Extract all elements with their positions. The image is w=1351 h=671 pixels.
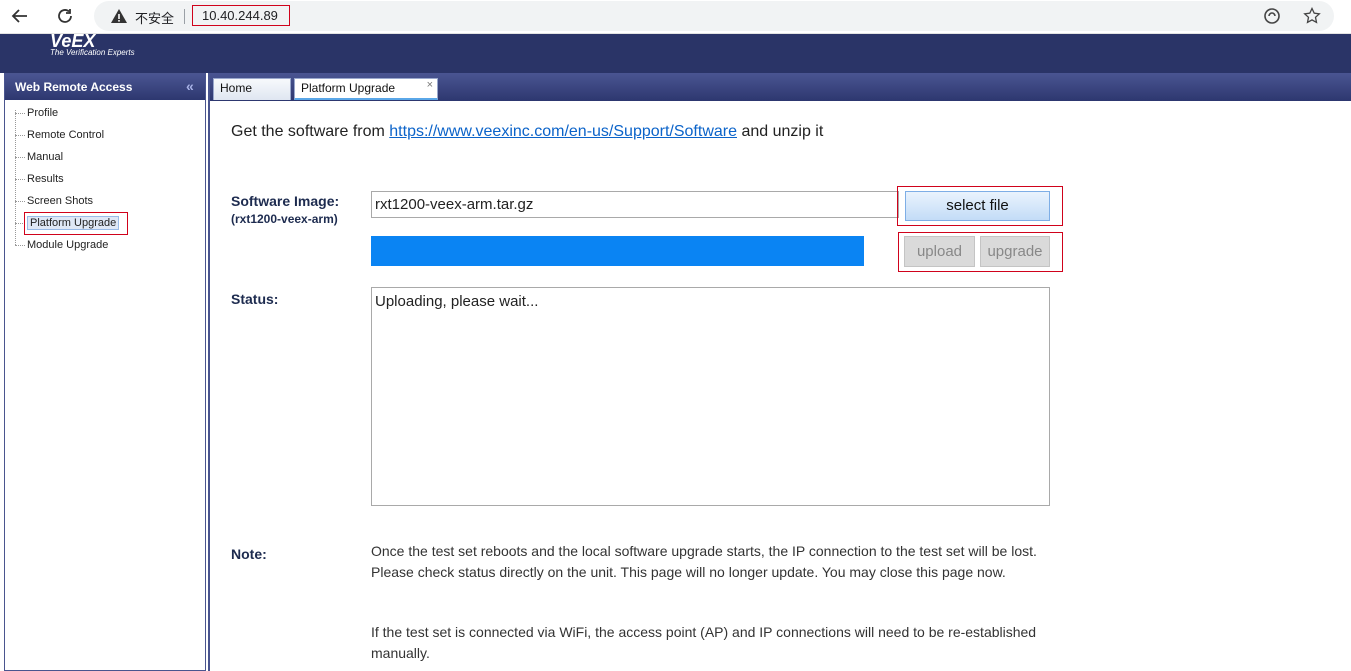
back-icon[interactable] [7, 4, 33, 28]
status-label: Status: [231, 291, 279, 307]
software-image-sublabel: (rxt1200-veex-arm) [231, 212, 338, 226]
select-file-button[interactable]: select file [905, 191, 1050, 221]
file-path-field[interactable]: rxt1200-veex-arm.tar.gz [371, 191, 899, 218]
tree-connector [15, 110, 16, 245]
warning-icon[interactable] [110, 7, 128, 25]
security-status-text[interactable]: 不安全 [135, 8, 174, 27]
note-paragraph-1: Once the test set reboots and the local … [371, 543, 1037, 580]
app-header [0, 34, 1351, 71]
note-paragraph-2: If the test set is connected via WiFi, t… [371, 624, 1037, 661]
note-label: Note: [231, 546, 267, 562]
edge-refresh-icon[interactable] [1262, 6, 1282, 26]
active-item-highlight-box [24, 212, 128, 235]
intro-suffix: and unzip it [737, 123, 824, 140]
sidebar-item-remote-control[interactable]: Remote Control [15, 126, 104, 146]
reload-icon[interactable] [52, 4, 78, 28]
browser-toolbar: 不安全 10.40.244.89 [0, 0, 1351, 34]
sidebar: Web Remote Access « Profile Remote Contr… [4, 73, 206, 671]
software-image-label: Software Image: [231, 193, 340, 209]
upload-button[interactable]: upload [904, 236, 975, 267]
sidebar-item-manual[interactable]: Manual [15, 148, 63, 168]
intro-text: Get the software from https://www.veexin… [231, 123, 823, 141]
upgrade-button[interactable]: upgrade [980, 236, 1050, 267]
collapse-icon[interactable]: « [186, 78, 194, 94]
status-textarea[interactable]: Uploading, please wait... [371, 287, 1050, 506]
url-text[interactable]: 10.40.244.89 [202, 8, 278, 23]
upload-progress-fill [371, 236, 864, 266]
sidebar-item-results[interactable]: Results [15, 170, 64, 190]
separator [184, 9, 185, 24]
intro-prefix: Get the software from [231, 123, 390, 140]
logo-tagline: The Verification Experts [50, 48, 135, 57]
sidebar-header: Web Remote Access « [5, 74, 205, 100]
favorite-star-icon[interactable] [1302, 6, 1322, 26]
sidebar-item-module-upgrade[interactable]: Module Upgrade [15, 236, 108, 256]
upload-progress-bar [371, 236, 864, 266]
sidebar-item-profile[interactable]: Profile [15, 104, 58, 124]
software-link[interactable]: https://www.veexinc.com/en-us/Support/So… [389, 123, 737, 140]
sidebar-item-screen-shots[interactable]: Screen Shots [15, 192, 93, 212]
sidebar-title: Web Remote Access [15, 80, 133, 94]
